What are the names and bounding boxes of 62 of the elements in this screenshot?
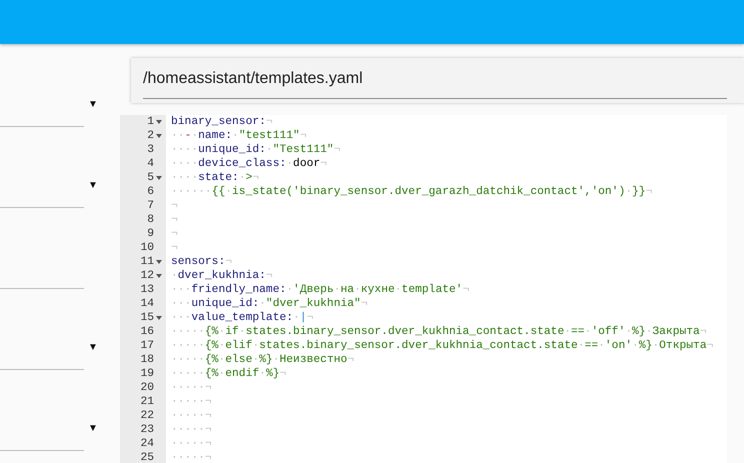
line-number: 4 — [147, 157, 154, 171]
code-line: ·····¬ — [171, 424, 212, 436]
fold-icon[interactable] — [156, 176, 162, 180]
code-line: ··-·name:·"test111"¬ — [171, 130, 307, 142]
line-number: 2 — [147, 129, 154, 143]
fold-icon[interactable] — [156, 274, 162, 278]
dropdown-toggle[interactable]: ▼ — [88, 180, 98, 191]
file-path: /homeassistant/templates.yaml — [143, 70, 727, 99]
code-line: ·····{%·if·states.binary_sensor.dver_kukhnia_contact.state·==·'off'·%}·Закрыта¬ — [171, 326, 707, 338]
line-number: 14 — [140, 297, 154, 311]
code-line: ·····{%·elif·states.binary_sensor.dver_kukhnia_contact.state·==·'on'·%}·Открыта¬ — [171, 340, 714, 352]
line-number: 23 — [140, 423, 154, 437]
code-line: ¬ — [171, 200, 178, 212]
line-number: 1 — [147, 115, 154, 129]
code-line: ···friendly_name:·'Дверь·на·кухне·template'¬ — [171, 284, 470, 296]
code-line: ·····¬ — [171, 396, 212, 408]
line-number: 12 — [140, 269, 154, 283]
code-line: sensors:¬ — [171, 256, 232, 268]
line-number: 21 — [140, 395, 154, 409]
fold-icon[interactable] — [156, 316, 162, 320]
line-number: 6 — [147, 185, 154, 199]
line-number: 18 — [140, 353, 154, 367]
line-number: 13 — [140, 283, 154, 297]
line-number: 10 — [140, 241, 154, 255]
fold-icon[interactable] — [156, 120, 162, 124]
line-number: 16 — [140, 325, 154, 339]
line-number: 11 — [140, 255, 154, 269]
code-line: ·····{%·else·%}·Неизвестно¬ — [171, 354, 354, 366]
line-number: 24 — [140, 437, 154, 451]
code-line: ······{{·is_state('binary_sensor.dver_garazh_datchik_contact','on')·}}¬ — [171, 186, 652, 198]
line-number: 8 — [147, 213, 154, 227]
line-number: 25 — [140, 451, 154, 463]
line-number: 20 — [140, 381, 154, 395]
code-line: ·····¬ — [171, 438, 212, 450]
code-line: ···unique_id:·"dver_kukhnia"¬ — [171, 298, 368, 310]
code-line: ·dver_kukhnia:¬ — [171, 270, 273, 282]
line-number: 17 — [140, 339, 154, 353]
line-number: 3 — [147, 143, 154, 157]
code-line: ·····¬ — [171, 410, 212, 422]
code-line: ¬ — [171, 242, 178, 254]
line-number: 19 — [140, 367, 154, 381]
fold-icon[interactable] — [156, 134, 162, 138]
code-line: ¬ — [171, 214, 178, 226]
code-line: ····unique_id:·"Test111"¬ — [171, 144, 340, 156]
code-editor[interactable] — [120, 115, 727, 463]
dropdown-toggle[interactable]: ▼ — [88, 423, 98, 434]
dropdown-toggle[interactable]: ▼ — [88, 99, 98, 110]
line-number: 5 — [147, 171, 154, 185]
code-line: ···value_template:·|¬ — [171, 312, 314, 324]
line-number: 15 — [140, 311, 154, 325]
code-line: ····device_class:·door¬ — [171, 158, 327, 170]
line-number: 22 — [140, 409, 154, 423]
code-line: binary_sensor:¬ — [171, 116, 273, 128]
line-number: 7 — [147, 199, 154, 213]
code-line: ····state:·>¬ — [171, 172, 260, 184]
code-line: ·····¬ — [171, 382, 212, 394]
line-number: 9 — [147, 227, 154, 241]
fold-icon[interactable] — [156, 260, 162, 264]
dropdown-toggle[interactable]: ▼ — [88, 342, 98, 353]
code-line: ·····¬ — [171, 452, 212, 463]
code-line: ·····{%·endif·%}¬ — [171, 368, 286, 380]
code-line: ¬ — [171, 228, 178, 240]
